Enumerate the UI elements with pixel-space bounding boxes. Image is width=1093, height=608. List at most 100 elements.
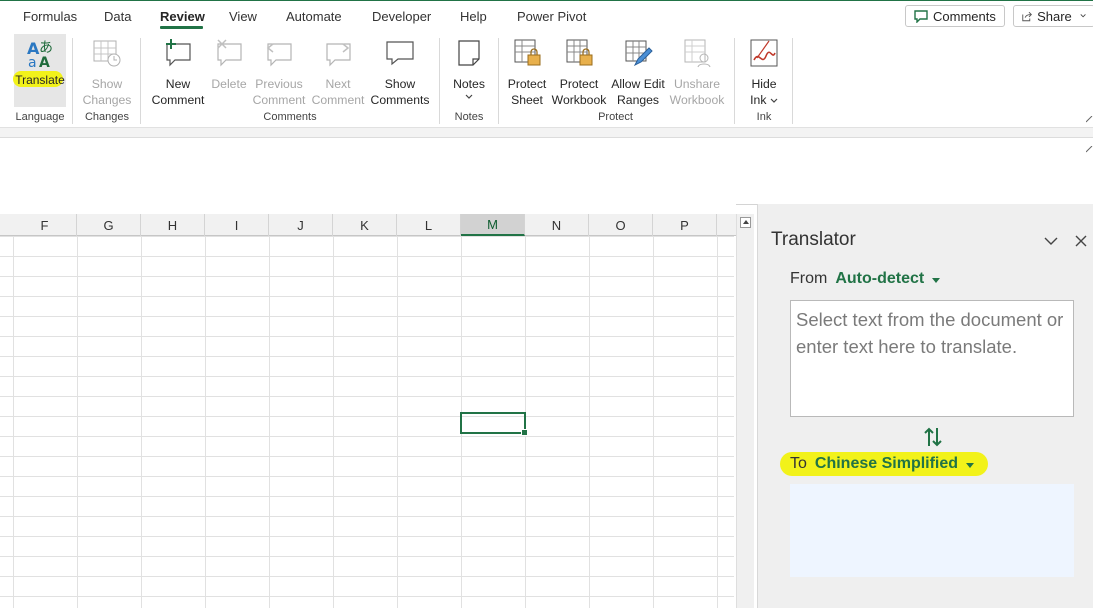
protect-workbook-icon [566, 39, 593, 66]
group-separator [498, 38, 499, 124]
tab-help[interactable]: Help [460, 9, 487, 24]
next-comment-label-2: Comment [311, 93, 365, 107]
previous-comment-button[interactable]: Previous Comment [250, 34, 308, 109]
unshare-workbook-icon [684, 39, 711, 68]
to-language-row: To Chinese Simplified [790, 455, 975, 473]
svg-text:A: A [39, 55, 50, 68]
show-changes-button[interactable]: Show Changes [80, 34, 134, 109]
delete-comment-icon [217, 39, 242, 67]
translator-pane: Translator From Auto-detect To Chinese S… [757, 204, 1093, 608]
chevron-down-icon [1080, 14, 1086, 18]
column-header-i[interactable]: I [205, 214, 269, 236]
from-language-dropdown[interactable]: Auto-detect [835, 270, 924, 288]
column-header-k[interactable]: K [333, 214, 397, 236]
show-changes-icon [93, 40, 121, 67]
group-label-protect: Protect [598, 111, 633, 123]
group-label-comments: Comments [263, 111, 317, 123]
show-comments-label-1: Show [384, 77, 416, 91]
tab-review[interactable]: Review [160, 9, 205, 24]
svg-text:あ: あ [39, 40, 53, 56]
tab-developer[interactable]: Developer [372, 9, 431, 24]
column-header-f[interactable]: F [13, 214, 77, 236]
column-header-n[interactable]: N [525, 214, 589, 236]
show-comments-label-2: Comments [370, 93, 430, 107]
delete-comment-button[interactable]: Delete [209, 34, 249, 109]
svg-text:a: a [28, 55, 37, 68]
show-comments-button[interactable]: Show Comments [368, 34, 432, 109]
hide-ink-button[interactable]: Hide Ink [742, 34, 786, 109]
group-label-changes: Changes [84, 111, 130, 123]
to-language-dropdown[interactable]: Chinese Simplified [815, 455, 958, 473]
share-button[interactable]: Share [1013, 5, 1093, 27]
expand-formula-bar-icon[interactable] [1086, 146, 1093, 153]
scroll-up-arrow[interactable] [740, 217, 751, 228]
protect-sheet-button[interactable]: Protect Sheet [503, 34, 551, 109]
protect-workbook-button[interactable]: Protect Workbook [549, 34, 609, 109]
ribbon-bottom-strip [0, 127, 1093, 138]
share-button-label: Share [1037, 8, 1072, 24]
hide-ink-label-2: Ink [750, 93, 767, 107]
active-cell[interactable] [460, 412, 528, 436]
comment-icon [914, 9, 928, 23]
unshare-workbook-label-1: Unshare [673, 77, 721, 91]
from-dropdown-caret-icon[interactable] [932, 277, 941, 283]
allow-edit-ranges-button[interactable]: Allow Edit Ranges [608, 34, 668, 109]
protect-sheet-label-1: Protect [507, 77, 547, 91]
unshare-workbook-label-2: Workbook [669, 93, 725, 107]
show-changes-label-2: Changes [82, 93, 132, 107]
source-text-box[interactable] [790, 300, 1074, 417]
review-ribbon: A あ a A Translate Language Show Changes C… [0, 34, 1093, 127]
group-separator [439, 38, 440, 124]
chevron-down-icon [465, 94, 473, 99]
share-icon [1022, 11, 1032, 21]
cell-grid[interactable] [0, 236, 734, 608]
hide-ink-icon [750, 39, 778, 67]
vertical-scrollbar[interactable] [736, 214, 754, 608]
unshare-workbook-button[interactable]: Unshare Workbook [666, 34, 728, 109]
new-comment-label-1: New [165, 77, 191, 91]
group-label-notes: Notes [454, 111, 484, 123]
column-header-j[interactable]: J [269, 214, 333, 236]
allow-edit-ranges-label-2: Ranges [616, 93, 659, 107]
hide-ink-label-1: Hide [751, 77, 777, 91]
previous-comment-icon [266, 43, 292, 67]
formula-bar-area[interactable] [0, 138, 1093, 205]
active-tab-indicator [160, 26, 203, 29]
translate-button-label: Translate [15, 73, 65, 87]
tab-formulas[interactable]: Formulas [23, 9, 77, 24]
tab-data[interactable]: Data [104, 9, 131, 24]
chevron-down-icon [770, 98, 778, 103]
column-header-p[interactable]: P [653, 214, 717, 236]
previous-comment-label-1: Previous [255, 77, 303, 91]
next-comment-icon [326, 43, 351, 67]
protect-workbook-label-1: Protect [559, 77, 599, 91]
swap-languages-icon[interactable] [922, 426, 944, 448]
column-header-g[interactable]: G [77, 214, 141, 236]
allow-edit-ranges-icon [625, 40, 653, 67]
next-comment-button[interactable]: Next Comment [309, 34, 367, 109]
notes-button[interactable]: Notes [446, 34, 492, 109]
new-comment-button[interactable]: New Comment [148, 34, 208, 109]
protect-workbook-label-2: Workbook [551, 93, 607, 107]
comments-button[interactable]: Comments [905, 5, 1005, 27]
comments-button-label: Comments [933, 8, 996, 24]
tab-power-pivot[interactable]: Power Pivot [517, 9, 586, 24]
tab-automate[interactable]: Automate [286, 9, 342, 24]
column-header-o[interactable]: O [589, 214, 653, 236]
new-comment-label-2: Comment [151, 93, 205, 107]
column-header-m[interactable]: M [461, 214, 525, 236]
worksheet-grid-area[interactable]: F G H I J K L M N O P [0, 204, 736, 608]
previous-comment-label-2: Comment [252, 93, 306, 107]
column-header-l[interactable]: L [397, 214, 461, 236]
allow-edit-ranges-label-1: Allow Edit [611, 77, 665, 91]
to-dropdown-caret-icon[interactable] [966, 462, 975, 468]
close-icon[interactable] [1074, 234, 1088, 248]
column-header-h[interactable]: H [141, 214, 205, 236]
next-comment-label-1: Next [325, 77, 351, 91]
collapse-icon[interactable] [1042, 234, 1060, 248]
column-headers: F G H I J K L M N O P [0, 214, 736, 236]
source-text-input[interactable] [796, 307, 1066, 407]
ribbon-collapse-icon[interactable] [1086, 116, 1093, 123]
group-label-language: Language [15, 111, 65, 123]
tab-view[interactable]: View [229, 9, 257, 24]
